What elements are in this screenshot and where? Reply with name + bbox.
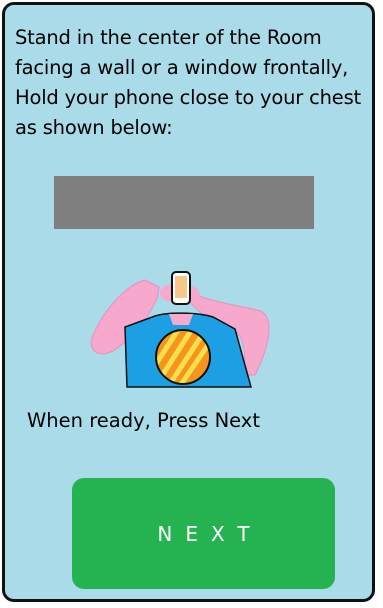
- placeholder-bar: [54, 176, 314, 229]
- neck: [169, 314, 193, 325]
- person-holding-phone-illustration: [90, 271, 270, 388]
- instructions-line-4: as shown below:: [15, 116, 173, 139]
- instructions-line-3: Hold your phone close to your chest: [15, 86, 361, 109]
- instructions-line-1: Stand in the center of the Room: [15, 26, 322, 49]
- app-frame: Stand in the center of the Room facing a…: [2, 2, 375, 602]
- next-button[interactable]: NEXT: [72, 478, 335, 589]
- instructions-line-2: facing a wall or a window frontally,: [15, 56, 349, 79]
- ready-instruction: When ready, Press Next: [27, 409, 260, 432]
- phone-screen: [175, 276, 187, 298]
- instructions-text: Stand in the center of the Room facing a…: [15, 23, 365, 143]
